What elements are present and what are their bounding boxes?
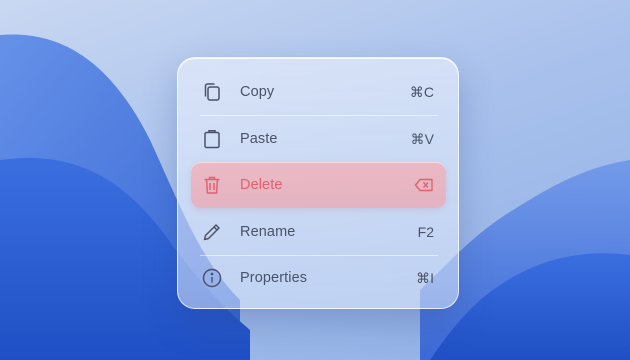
menu-item-copy[interactable]: Copy ⌘C (191, 69, 446, 115)
menu-item-rename[interactable]: Rename F2 (191, 209, 446, 255)
menu-item-label: Properties (240, 270, 308, 286)
desktop: Copy ⌘C Paste ⌘V Delete Rename F2 Proper… (0, 0, 630, 360)
shortcut-properties: ⌘I (416, 269, 434, 286)
shortcut-rename: F2 (417, 224, 434, 240)
menu-item-label: Rename (240, 224, 296, 240)
menu-item-label: Delete (240, 177, 283, 193)
copy-icon (201, 81, 223, 103)
menu-item-label: Copy (240, 84, 275, 100)
backspace-icon (414, 178, 434, 192)
menu-item-properties[interactable]: Properties ⌘I (191, 255, 446, 301)
pencil-icon (201, 221, 223, 243)
menu-item-label: Paste (240, 131, 278, 147)
clipboard-icon (201, 128, 223, 150)
menu-item-paste[interactable]: Paste ⌘V (191, 116, 446, 162)
shortcut-paste: ⌘V (410, 130, 434, 147)
context-menu: Copy ⌘C Paste ⌘V Delete Rename F2 Proper… (177, 57, 459, 309)
info-icon (201, 267, 223, 289)
trash-icon (201, 174, 223, 196)
menu-item-delete[interactable]: Delete (191, 162, 446, 208)
shortcut-copy: ⌘C (409, 83, 434, 100)
